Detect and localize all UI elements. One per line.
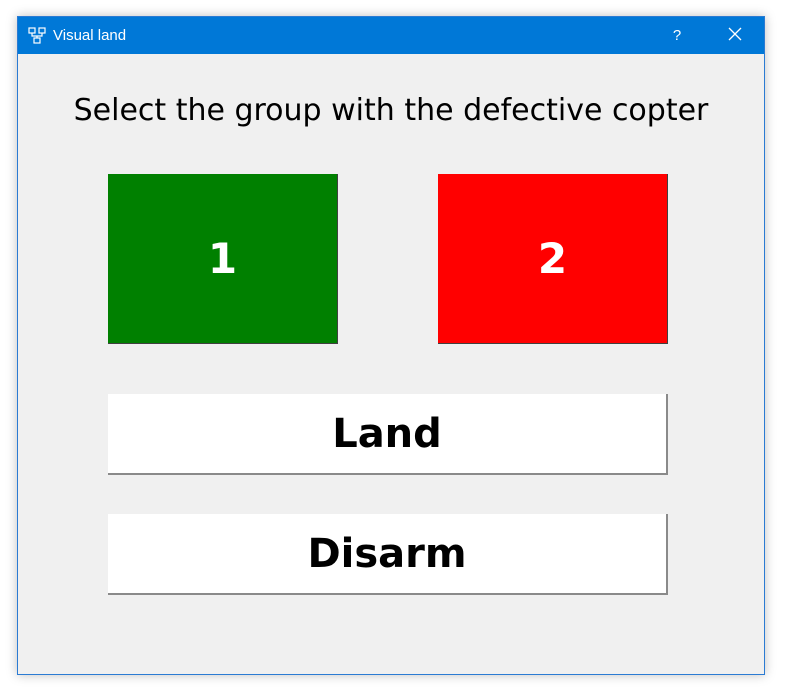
group-2-label: 2: [537, 234, 568, 283]
help-button[interactable]: ?: [654, 17, 700, 54]
land-button-label: Land: [332, 410, 442, 457]
close-icon: [728, 26, 742, 45]
title-bar[interactable]: Visual land ?: [18, 17, 764, 54]
visual-land-dialog: Visual land ? Select the group with the …: [17, 16, 765, 675]
app-network-icon: [28, 27, 46, 45]
land-button[interactable]: Land: [108, 394, 668, 475]
close-button[interactable]: [712, 17, 758, 54]
instruction-text: Select the group with the defective copt…: [73, 93, 709, 128]
disarm-button-label: Disarm: [307, 530, 467, 577]
group-1-button[interactable]: 1: [108, 174, 338, 344]
group-2-button[interactable]: 2: [438, 174, 668, 344]
group-1-label: 1: [207, 234, 238, 283]
window-title: Visual land: [53, 27, 127, 44]
disarm-button[interactable]: Disarm: [108, 514, 668, 595]
